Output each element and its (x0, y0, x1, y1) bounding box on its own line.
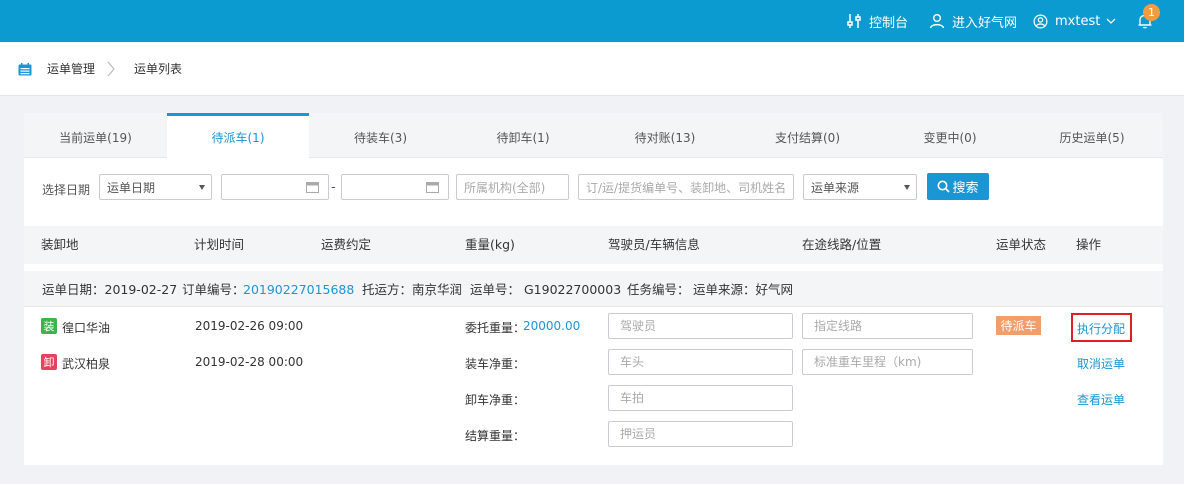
unload-tag: 卸 (41, 354, 57, 370)
col-driver-vehicle: 驾驶员/车辆信息 (608, 237, 700, 252)
breadcrumb-current: 运单列表 (134, 62, 183, 76)
mileage-input[interactable]: 标准重车里程（km) (802, 349, 973, 375)
username: mxtest (1055, 13, 1101, 29)
task-no: 任务编号： (627, 282, 690, 297)
organization-input[interactable]: 所属机构(全部) (456, 174, 569, 200)
start-date-input[interactable] (221, 174, 329, 200)
enter-site-link[interactable]: 进入好气网 (929, 0, 1017, 42)
col-weight: 重量(kg) (465, 237, 515, 252)
user-circle-icon (1033, 14, 1048, 28)
load-tag: 装 (41, 318, 57, 334)
entrusted-weight-value: 20000.00 (523, 319, 581, 333)
date-type-value: 运单日期 (107, 180, 156, 195)
col-actions: 操作 (1076, 237, 1102, 252)
user-icon (929, 14, 945, 29)
settlement-weight-label: 结算重量： (465, 429, 526, 443)
end-date-input[interactable] (341, 174, 449, 200)
driver-input[interactable]: 驾驶员 (608, 313, 793, 339)
calendar-icon (306, 182, 319, 193)
unload-time: 2019-02-28 00:00 (195, 355, 304, 369)
col-plan-time: 计划时间 (194, 237, 245, 252)
col-status: 运单状态 (996, 237, 1047, 252)
chevron-down-icon (1106, 18, 1116, 24)
entrusted-weight-label: 委托重量： (465, 321, 526, 335)
chevron-right-icon (107, 61, 115, 77)
col-route: 在途线路/位置 (802, 237, 882, 252)
waybill-no: 运单号： G19022700003 (470, 282, 622, 297)
col-freight: 运费约定 (321, 237, 372, 252)
table-header: 装卸地 计划时间 运费约定 重量(kg) 驾驶员/车辆信息 在途线路/位置 运单… (24, 226, 1163, 264)
order-group-header: 运单日期：2019-02-27 订单编号： 20190227015688 托运方… (24, 271, 1163, 307)
breadcrumb-parent[interactable]: 运单管理 (47, 42, 95, 96)
notification-badge: 1 (1143, 4, 1160, 21)
source-value: 运单来源 (811, 180, 860, 195)
trailer-input[interactable]: 车拍 (608, 385, 793, 411)
keyword-input[interactable]: 订/运/提货编单号、装卸地、司机姓名 (578, 174, 794, 200)
date-filter-label: 选择日期 (42, 183, 91, 197)
unload-place: 武汉柏泉 (62, 357, 111, 371)
view-waybill-button[interactable]: 查看运单 (1077, 391, 1125, 408)
waybill-date: 运单日期：2019-02-27 (42, 282, 178, 297)
top-navbar: 控制台 进入好气网 mxtest 1 (0, 0, 1184, 42)
unloading-weight-label: 卸车净重： (465, 393, 526, 407)
load-place: 徨口华油 (62, 321, 111, 335)
loading-weight-label: 装车净重： (465, 357, 526, 371)
escort-input[interactable]: 押运员 (608, 421, 793, 447)
waybill-source: 运单来源：好气网 (693, 282, 794, 297)
source-select[interactable]: 运单来源 (803, 174, 917, 200)
breadcrumb: 运单管理 运单列表 (0, 42, 1184, 96)
tab-history[interactable]: 历史运单(5) (1021, 113, 1163, 158)
order-no-label: 订单编号： (182, 282, 245, 297)
caret-down-icon (199, 185, 205, 190)
col-place: 装卸地 (41, 237, 79, 252)
enter-site-label: 进入好气网 (952, 15, 1018, 31)
tab-current[interactable]: 当前运单(19) (24, 113, 167, 158)
tab-pending-reconcile[interactable]: 待对账(13) (594, 113, 736, 158)
status-tabs: 当前运单(19) 待派车(1) 待装车(3) 待卸车(1) 待对账(13) 支付… (24, 113, 1163, 159)
cancel-waybill-button[interactable]: 取消运单 (1077, 355, 1125, 372)
date-range-separator: - (331, 180, 336, 195)
tab-pending-loading[interactable]: 待装车(3) (309, 113, 452, 158)
tab-pending-unloading[interactable]: 待卸车(1) (452, 113, 594, 158)
caret-down-icon (904, 185, 910, 190)
calendar-icon (426, 182, 439, 193)
load-time: 2019-02-26 09:00 (195, 319, 304, 333)
order-no-link[interactable]: 20190227015688 (243, 271, 354, 307)
date-type-select[interactable]: 运单日期 (99, 174, 212, 200)
search-icon (937, 180, 951, 193)
tab-pending-dispatch[interactable]: 待派车(1) (167, 113, 309, 159)
sliders-icon (847, 14, 861, 28)
status-badge: 待派车 (996, 316, 1041, 335)
tractor-input[interactable]: 车头 (608, 349, 793, 375)
tab-changing[interactable]: 变更中(0) (879, 113, 1021, 158)
calendar-icon (18, 63, 32, 76)
user-menu[interactable]: mxtest (1033, 0, 1116, 42)
search-label: 搜索 (952, 181, 979, 196)
console-link[interactable]: 控制台 (846, 0, 908, 42)
route-input[interactable]: 指定线路 (802, 313, 973, 339)
tab-payment[interactable]: 支付结算(0) (736, 113, 879, 158)
shipper: 托运方：南京华润 (362, 282, 463, 297)
dispatch-button[interactable]: 执行分配 (1077, 320, 1125, 337)
console-label: 控制台 (869, 15, 909, 31)
search-button[interactable]: 搜索 (927, 173, 989, 200)
